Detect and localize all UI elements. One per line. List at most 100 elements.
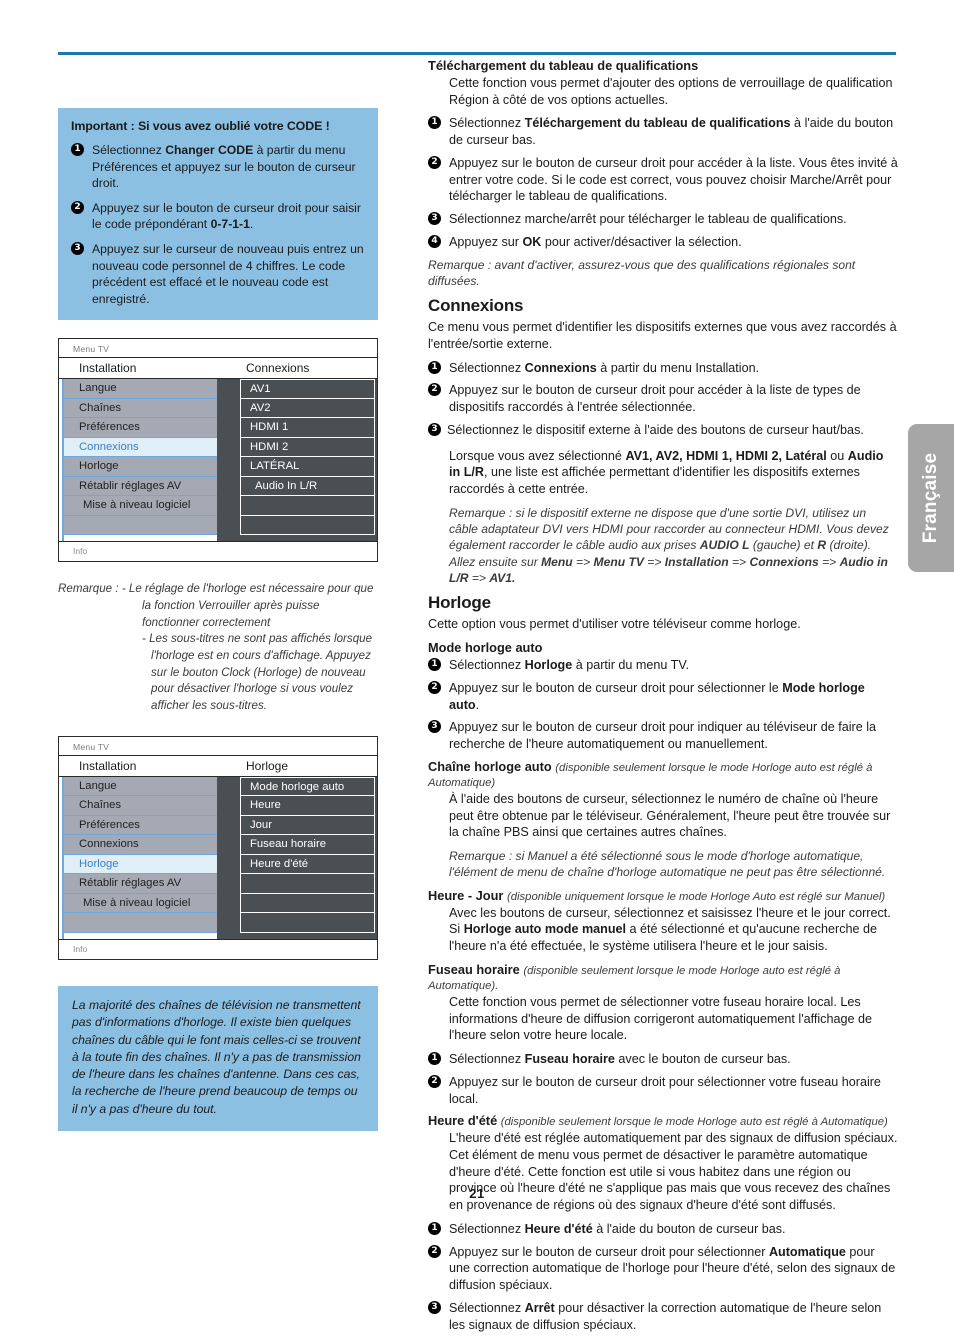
chaine-horloge-auto-heading: Chaîne horloge auto (disponible seulemen… [428,759,898,789]
list-item: 2 Appuyez sur le bouton de curseur droit … [71,200,365,233]
menu-header-right: Horloge [246,758,289,773]
step-number-icon: 2 [428,1074,441,1088]
horloge-heading: Horloge [428,593,491,613]
step-number-icon: 2 [428,383,441,397]
header-rule [58,52,896,55]
list-item: 4 Appuyez sur OK pour activer/désactiver … [428,234,898,251]
connexions-intro: Ce menu vous permet d'identifier les dis… [428,320,897,351]
step-number-icon: 3 [428,720,441,734]
remark-text: - Le réglage de l'horloge est nécessaire… [121,582,374,629]
menu-item[interactable]: Connexions [64,835,217,855]
menu-right-list[interactable]: Mode horloge auto Heure Jour Fuseau hora… [240,776,377,939]
step-text: Sélectionnez marche/arrêt pour télécharg… [449,212,847,227]
menu-item[interactable]: Rétablir réglages AV [64,874,217,894]
menu-info-label: Info [59,541,377,561]
forgot-code-callout: Important : Si vous avez oublié votre CO… [58,108,378,321]
step-text: Sélectionnez Horloge à partir du menu TV… [449,658,690,673]
menu-header-right: Connexions [246,361,310,376]
page-number: 21 [469,1186,485,1201]
menu-item[interactable]: Chaînes [64,398,217,419]
menu-item-selected[interactable]: Horloge [64,854,217,875]
step-text: Appuyez sur OK pour activer/désactiver l… [449,234,742,249]
clock-remark-line-2: - Les sous-titres ne sont pas affichés l… [58,631,378,714]
ratings-intro: Cette fonction vous permet d'ajouter des… [449,76,893,107]
list-item: 2 Appuyez sur le bouton de curseur droit … [428,155,898,205]
heure-ete-heading: Heure d'été (disponible seulement lorsqu… [428,1113,898,1128]
list-item: 1 Sélectionnez Connexions à partir du men… [428,360,898,377]
broadcast-clock-callout: La majorité des chaînes de télévision ne… [58,985,378,1132]
submenu-item[interactable]: Mode horloge auto [240,776,375,797]
step-number-icon: 3 [428,212,441,226]
tv-menu-horloge: Menu TV Installation Horloge Langue Chaî… [58,735,378,960]
connexions-heading: Connexions [428,296,524,316]
submenu-item[interactable]: HDMI 2 [240,437,375,458]
step-text: Appuyez sur le bouton de curseur droit p… [449,1244,896,1293]
submenu-item[interactable]: Heure [240,796,375,816]
broadcast-clock-text: La majorité des chaînes de télévision ne… [72,997,361,1116]
menu-item[interactable]: Préférences [64,418,217,438]
step-number-icon: 1 [428,1052,441,1066]
menu-item-selected[interactable]: Connexions [64,437,217,458]
menu-item[interactable]: Horloge [64,457,217,477]
step-number-icon: 2 [428,680,441,694]
submenu-item[interactable]: AV1 [240,379,375,399]
heure-jour-heading: Heure - Jour (disponible uniquement lors… [428,888,898,903]
clock-remark: Remarque : - Le réglage de l'horloge est… [58,581,378,715]
list-item: 3 Sélectionnez Arrêt pour désactiver la c… [428,1300,898,1333]
connexions-body: Lorsque vous avez sélectionné AV1, AV2, … [449,448,884,497]
submenu-item[interactable]: Jour [240,815,375,836]
menu-item[interactable]: Mise à niveau logiciel [64,496,217,516]
menu-right-list[interactable]: AV1 AV2 HDMI 1 HDMI 2 LATÉRAL Audio In L… [240,379,377,542]
submenu-item[interactable]: Fuseau horaire [240,835,375,855]
step-number-icon: 2 [428,155,441,169]
step-number-icon: 3 [428,1300,441,1314]
heure-ete-title: Heure d'été [428,1113,498,1129]
step-text: Sélectionnez Fuseau horaire avec le bout… [449,1052,791,1067]
forgot-code-steps: 1 Sélectionnez Changer CODE à partir du m… [71,142,365,307]
step-text: Sélectionnez Connexions à partir du menu… [449,360,760,375]
left-column: Important : Si vous avez oublié votre CO… [58,108,378,1132]
list-item: 1 Sélectionnez Changer CODE à partir du m… [71,142,365,192]
submenu-item[interactable]: Audio In L/R [240,476,375,497]
tv-menu-connexions: Menu TV Installation Connexions Langue C… [58,338,378,563]
step-text: Appuyez sur le bouton de curseur droit p… [449,720,877,752]
submenu-item[interactable]: AV2 [240,398,375,419]
menu-gutter [217,379,240,542]
list-item: 3 Appuyez sur le bouton de curseur droit … [428,719,898,752]
menu-item[interactable]: Chaînes [64,796,217,816]
submenu-item-blank [240,874,375,894]
manual-page: Française Important : Si vous avez oubli… [0,0,954,1332]
heure-jour-note: (disponible uniquement lorsque le mode H… [506,890,886,903]
step-text: Appuyez sur le curseur de nouveau puis e… [92,241,364,306]
mode-horloge-auto-steps: 1 Sélectionnez Horloge à partir du menu T… [428,657,898,753]
step-number-icon: 3 [428,422,441,436]
menu-item[interactable]: Rétablir réglages AV [64,476,217,497]
step-number-icon: 4 [428,234,441,248]
fuseau-horaire-heading: Fuseau horaire (disponible seulement lor… [428,962,898,992]
submenu-item-blank [240,496,375,516]
submenu-item-blank [240,515,375,536]
list-item: 1 Sélectionnez Fuseau horaire avec le bou… [428,1051,898,1068]
connexions-steps: 1 Sélectionnez Connexions à partir du men… [428,360,898,439]
menu-item[interactable]: Préférences [64,815,217,836]
submenu-item-blank [240,893,375,914]
step-text: Appuyez sur le bouton de curseur droit p… [449,383,861,415]
menu-item[interactable]: Mise à niveau logiciel [64,893,217,914]
submenu-item[interactable]: Heure d'été [240,854,375,875]
list-item: 1 Sélectionnez Heure d'été à l'aide du bo… [428,1221,898,1238]
heure-jour-title: Heure - Jour [428,887,504,903]
step-number-icon: 2 [71,200,84,214]
menu-left-list[interactable]: Langue Chaînes Préférences Connexions Ho… [62,776,217,939]
submenu-item-blank [240,913,375,933]
step-text: Appuyez sur le bouton de curseur droit p… [449,680,865,712]
chaine-horloge-auto-remark: Remarque : si Manuel a été sélectionné s… [449,849,886,880]
ratings-heading: Téléchargement du tableau de qualificati… [428,58,699,73]
submenu-item[interactable]: HDMI 1 [240,418,375,438]
submenu-item[interactable]: LATÉRAL [240,457,375,477]
menu-item[interactable]: Langue [64,379,217,399]
menu-item[interactable]: Langue [64,776,217,797]
step-text: Appuyez sur le bouton de curseur droit p… [92,200,361,232]
step-number-icon: 1 [428,116,441,130]
menu-left-list[interactable]: Langue Chaînes Préférences Connexions Ho… [62,379,217,542]
menu-title: Menu TV [59,339,377,359]
